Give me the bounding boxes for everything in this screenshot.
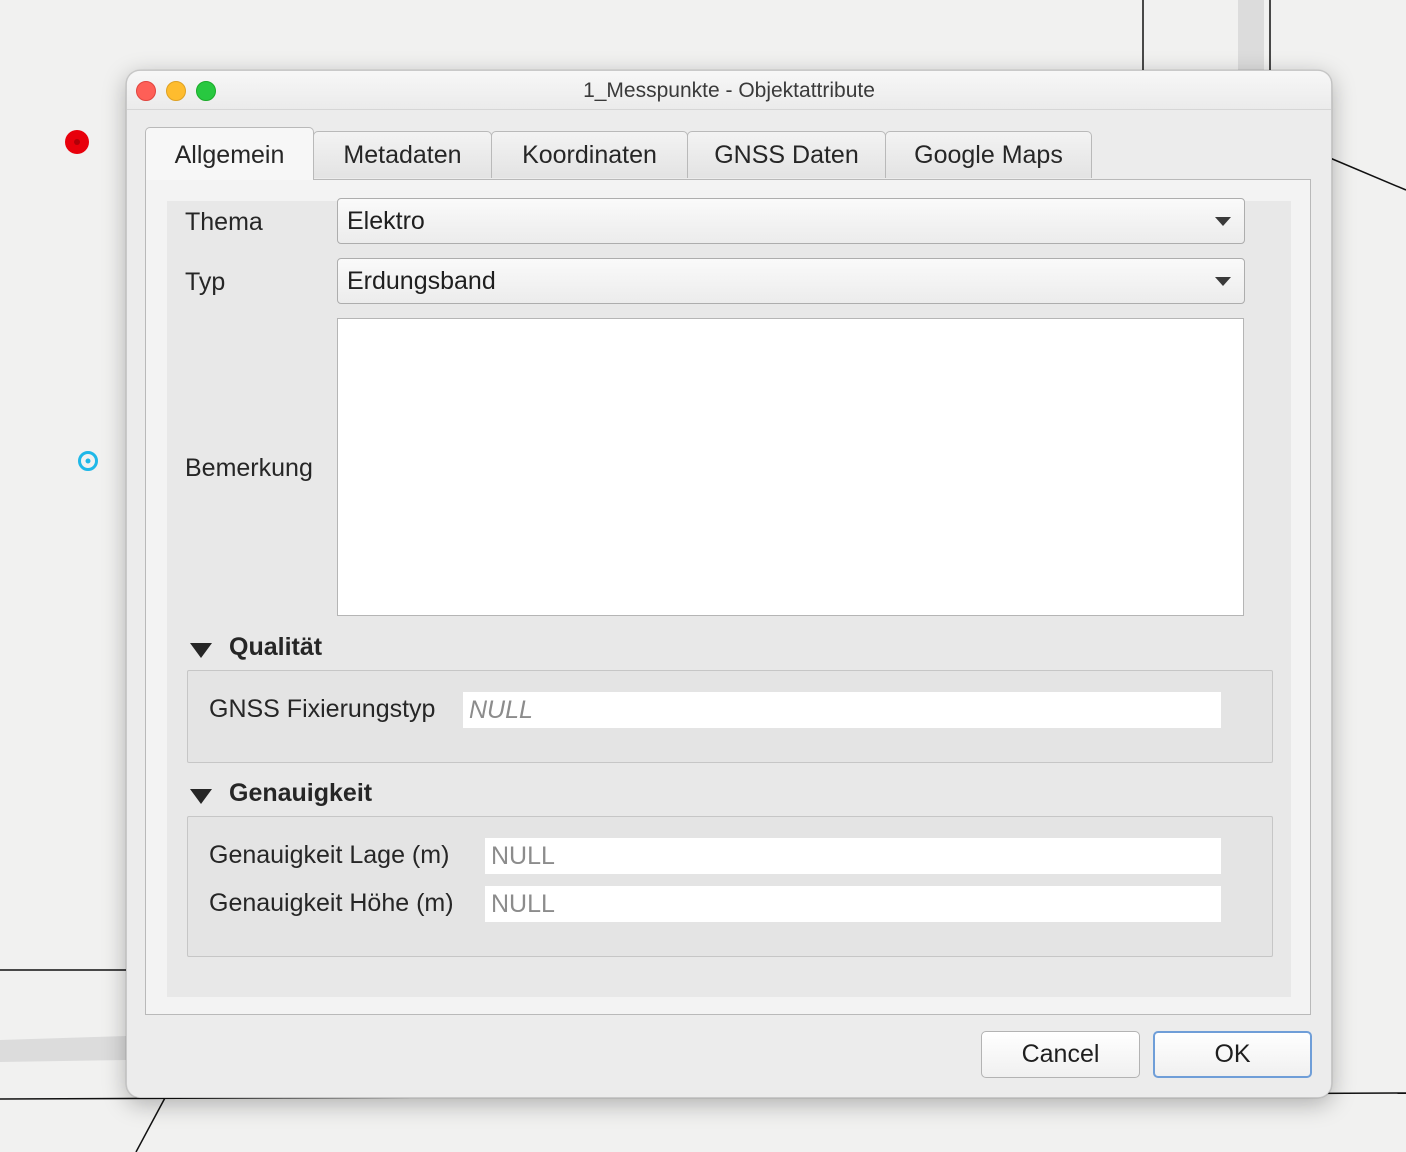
qualitaet-groupbox: GNSS Fixierungstyp NULL	[187, 670, 1273, 763]
cancel-button[interactable]: Cancel	[981, 1031, 1140, 1078]
form-area: Thema Elektro Typ Erdungsband Bemerkung …	[167, 198, 1291, 997]
typ-value: Erdungsband	[347, 267, 496, 295]
thema-combobox[interactable]: Elektro	[337, 198, 1245, 244]
genauigkeit-hoehe-label: Genauigkeit Höhe (m)	[209, 889, 454, 917]
qualitaet-group-title[interactable]: Qualität	[229, 633, 322, 662]
genauigkeit-hoehe-value: NULL	[491, 890, 555, 918]
measurement-point-selected[interactable]	[78, 451, 98, 471]
gnss-fix-value: NULL	[469, 696, 533, 724]
collapse-triangle-icon[interactable]	[190, 789, 212, 804]
typ-label: Typ	[185, 268, 226, 296]
attributes-dialog: 1_Messpunkte - Objektattribute Allgemein…	[126, 70, 1332, 1098]
genauigkeit-groupbox: Genauigkeit Lage (m) NULL Genauigkeit Hö…	[187, 816, 1273, 957]
bemerkung-textarea[interactable]	[337, 318, 1244, 616]
genauigkeit-lage-field[interactable]: NULL	[485, 838, 1221, 874]
gnss-fix-label: GNSS Fixierungstyp	[209, 695, 436, 723]
bemerkung-label: Bemerkung	[185, 454, 313, 482]
tab-metadaten[interactable]: Metadaten	[313, 131, 492, 178]
tab-allgemein[interactable]: Allgemein	[145, 127, 314, 180]
tab-gnss-daten[interactable]: GNSS Daten	[687, 131, 886, 178]
genauigkeit-lage-value: NULL	[491, 842, 555, 870]
genauigkeit-lage-label: Genauigkeit Lage (m)	[209, 841, 450, 869]
gnss-fix-field[interactable]: NULL	[463, 692, 1221, 728]
thema-value: Elektro	[347, 207, 425, 235]
ok-button[interactable]: OK	[1153, 1031, 1312, 1078]
thema-label: Thema	[185, 208, 263, 236]
chevron-down-icon	[1215, 217, 1231, 226]
tab-pane-allgemein: Thema Elektro Typ Erdungsband Bemerkung …	[145, 179, 1311, 1015]
tab-google-maps[interactable]: Google Maps	[885, 131, 1092, 178]
genauigkeit-group-title[interactable]: Genauigkeit	[229, 779, 372, 808]
genauigkeit-hoehe-field[interactable]: NULL	[485, 886, 1221, 922]
measurement-point-red[interactable]	[65, 130, 89, 154]
tab-koordinaten[interactable]: Koordinaten	[491, 131, 688, 178]
typ-combobox[interactable]: Erdungsband	[337, 258, 1245, 304]
title-bar[interactable]: 1_Messpunkte - Objektattribute	[127, 71, 1331, 110]
chevron-down-icon	[1215, 277, 1231, 286]
window-title: 1_Messpunkte - Objektattribute	[583, 79, 875, 102]
collapse-triangle-icon[interactable]	[190, 643, 212, 658]
